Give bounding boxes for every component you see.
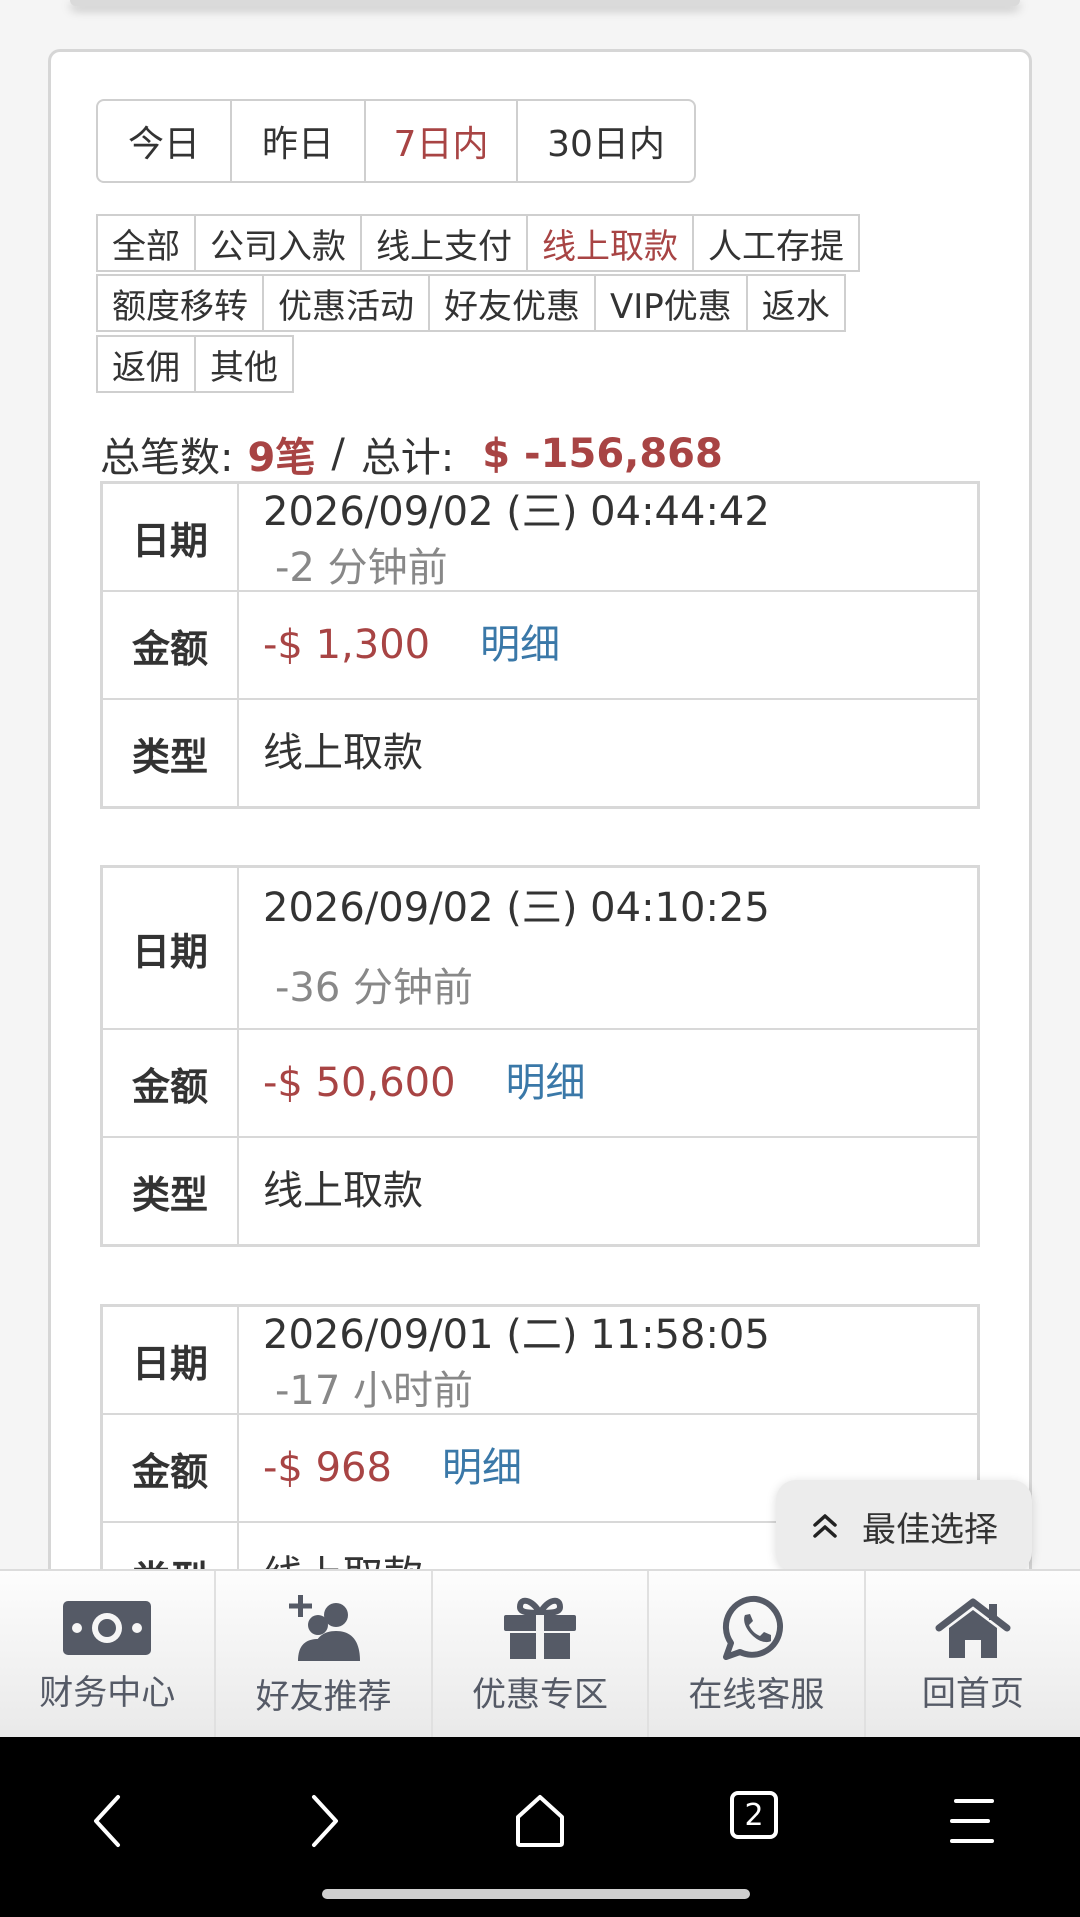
tabs-icon[interactable]: 2 [730,1791,778,1839]
type-filter-row-2: 额度移转 优惠活动 好友优惠 VIP优惠 返水 [96,274,846,332]
date-value: 2026/09/01 (二) 11:58:05 -17 小时前 [239,1307,977,1414]
type-filter-transfer[interactable]: 额度移转 [96,274,264,332]
type-filter-other[interactable]: 其他 [194,335,294,393]
amount-value: -$ 1,300 明细 [239,592,977,698]
bottom-tab-bar: 财务中心 好友推荐 优惠专区 在线客服 回首页 [0,1569,1080,1739]
type-value: 线上取款 [263,730,423,776]
type-filter-online-payment[interactable]: 线上支付 [360,214,528,272]
menu-icon[interactable] [948,1793,996,1849]
count-label: 总笔数: [100,435,234,481]
tab-label: 在线客服 [688,1674,825,1715]
date-filter-group: 今日 昨日 7日内 30日内 [96,99,696,183]
date-filter-today[interactable]: 今日 [96,99,232,183]
count-value: 9笔 [247,435,316,481]
gift-icon [504,1597,577,1659]
detail-link[interactable]: 明细 [480,617,560,673]
date-label: 日期 [103,484,239,590]
record-card: 日期 2026/09/02 (三) 04:44:42 -2 分钟前 金额 -$ … [100,481,980,809]
best-choice-label: 最佳选择 [862,1509,998,1550]
date-filter-7days[interactable]: 7日内 [364,99,518,183]
type-filter-commission[interactable]: 返佣 [96,335,196,393]
amount: -$ 1,300 [263,622,431,668]
date-filter-yesterday[interactable]: 昨日 [230,99,366,183]
tab-finance-center[interactable]: 财务中心 [0,1571,214,1739]
type-filter-all[interactable]: 全部 [96,214,196,272]
home-icon [935,1598,1011,1658]
time-ago: -2 分钟前 [275,545,448,591]
type-label: 类型 [103,1138,239,1244]
whatsapp-icon [723,1595,784,1660]
tab-label: 财务中心 [39,1672,176,1713]
datetime: 2026/09/01 (二) 11:58:05 [263,1312,770,1358]
best-choice-button[interactable]: 最佳选择 [776,1480,1032,1572]
type-filter-friend-bonus[interactable]: 好友优惠 [428,274,596,332]
tab-home[interactable]: 回首页 [863,1571,1080,1739]
tab-promotions[interactable]: 优惠专区 [430,1571,647,1739]
summary-line: 总笔数: 9笔 / 总计: $ -156,868 [100,425,723,483]
type-label: 类型 [103,700,239,806]
money-icon [63,1600,152,1655]
detail-link[interactable]: 明细 [442,1440,522,1496]
date-filter-30days[interactable]: 30日内 [516,99,696,183]
amount-label: 金额 [103,1030,239,1136]
tab-label: 好友推荐 [255,1676,392,1717]
tab-friend-referral[interactable]: 好友推荐 [214,1571,430,1739]
amount-label: 金额 [103,592,239,698]
type-filter-row-3: 返佣 其他 [96,335,294,393]
datetime: 2026/09/02 (三) 04:44:42 [263,489,770,535]
type-filter-vip-bonus[interactable]: VIP优惠 [594,274,748,332]
add-friends-icon [288,1594,360,1661]
date-value: 2026/09/02 (三) 04:44:42 -2 分钟前 [239,484,977,591]
forward-icon[interactable] [304,1793,344,1849]
date-label: 日期 [103,1307,239,1413]
tabs-count: 2 [744,1797,764,1833]
home-nav-icon[interactable] [514,1793,566,1849]
date-label: 日期 [103,868,239,1028]
amount-label: 金额 [103,1415,239,1521]
double-chevron-up-icon [813,1514,837,1538]
datetime: 2026/09/02 (三) 04:10:25 [263,885,770,931]
total-label: 总计: [360,435,455,481]
type-value: 线上取款 [263,1168,423,1214]
record-card: 日期 2026/09/02 (三) 04:10:25 -36 分钟前 金额 -$… [100,865,980,1247]
amount: -$ 50,600 [263,1060,456,1106]
header-shadow [70,0,1020,6]
back-icon[interactable] [88,1793,128,1849]
type-filter-promotion[interactable]: 优惠活动 [262,274,430,332]
time-ago: -36 分钟前 [275,965,474,1011]
date-value: 2026/09/02 (三) 04:10:25 -36 分钟前 [239,868,977,1028]
tab-label: 优惠专区 [472,1674,609,1715]
type-filter-rebate[interactable]: 返水 [745,274,846,332]
type-filter-company-deposit[interactable]: 公司入款 [194,214,362,272]
tab-online-support[interactable]: 在线客服 [647,1571,863,1739]
detail-link[interactable]: 明细 [506,1055,586,1111]
type-filter-online-withdraw[interactable]: 线上取款 [526,214,694,272]
gesture-home-indicator[interactable] [322,1889,750,1899]
amount: -$ 968 [263,1445,392,1491]
summary-separator: / [331,431,345,477]
type-filter-row-1: 全部 公司入款 线上支付 线上取款 人工存提 [96,214,860,272]
total-value: $ -156,868 [482,431,723,477]
amount-value: -$ 50,600 明细 [239,1030,977,1136]
type-filter-manual[interactable]: 人工存提 [692,214,860,272]
time-ago: -17 小时前 [275,1368,474,1414]
tab-label: 回首页 [921,1673,1024,1714]
